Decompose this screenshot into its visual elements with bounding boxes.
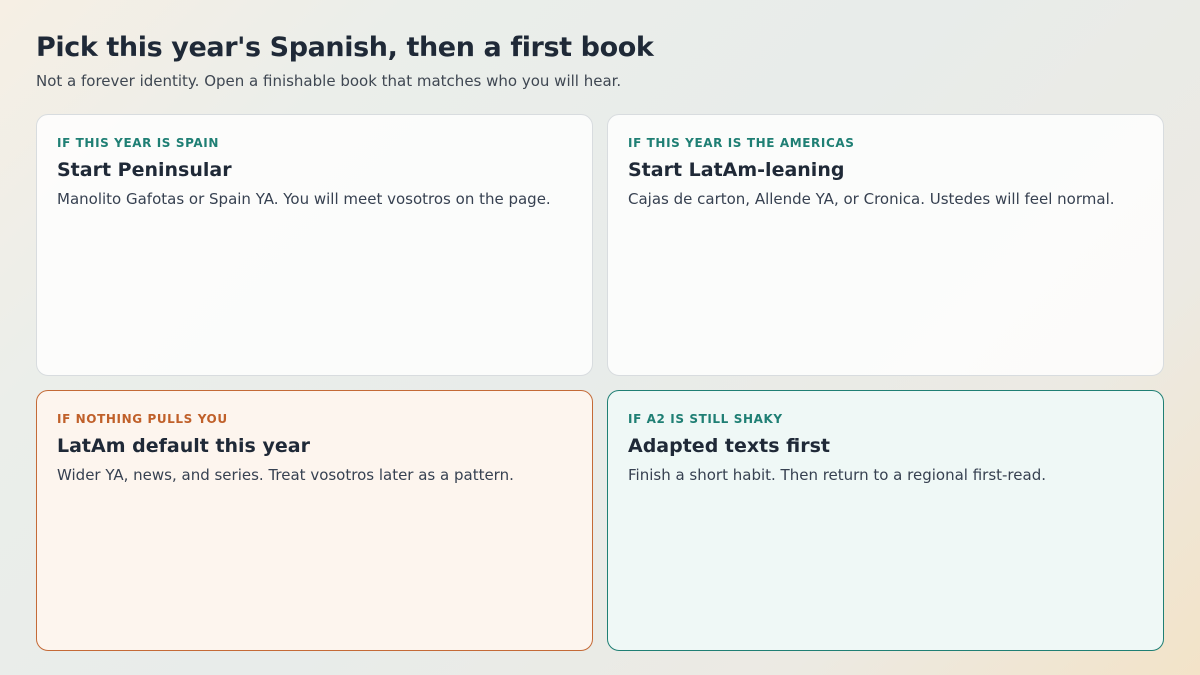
- card-title: Adapted texts first: [628, 435, 830, 457]
- card-eyebrow: IF NOTHING PULLS YOU: [57, 412, 228, 426]
- choice-card-adapted[interactable]: IF A2 IS STILL SHAKY Adapted texts first…: [607, 390, 1164, 651]
- page-title: Pick this year's Spanish, then a first b…: [36, 32, 654, 63]
- choice-card-default[interactable]: IF NOTHING PULLS YOU LatAm default this …: [36, 390, 593, 651]
- card-body: Wider YA, news, and series. Treat vosotr…: [57, 466, 514, 484]
- card-eyebrow: IF THIS YEAR IS SPAIN: [57, 136, 219, 150]
- card-eyebrow: IF THIS YEAR IS THE AMERICAS: [628, 136, 855, 150]
- card-title: Start LatAm-leaning: [628, 159, 845, 181]
- page-header: Pick this year's Spanish, then a first b…: [36, 31, 1156, 91]
- card-title: Start Peninsular: [57, 159, 232, 181]
- card-body: Finish a short habit. Then return to a r…: [628, 466, 1046, 484]
- page-subtitle: Not a forever identity. Open a finishabl…: [36, 72, 622, 90]
- card-body: Cajas de carton, Allende YA, or Cronica.…: [628, 190, 1115, 208]
- card-title: LatAm default this year: [57, 435, 310, 457]
- choice-card-americas[interactable]: IF THIS YEAR IS THE AMERICAS Start LatAm…: [607, 114, 1164, 376]
- card-body: Manolito Gafotas or Spain YA. You will m…: [57, 190, 551, 208]
- choice-card-spain[interactable]: IF THIS YEAR IS SPAIN Start Peninsular M…: [36, 114, 593, 376]
- choice-grid: IF THIS YEAR IS SPAIN Start Peninsular M…: [36, 114, 1164, 651]
- card-eyebrow: IF A2 IS STILL SHAKY: [628, 412, 783, 426]
